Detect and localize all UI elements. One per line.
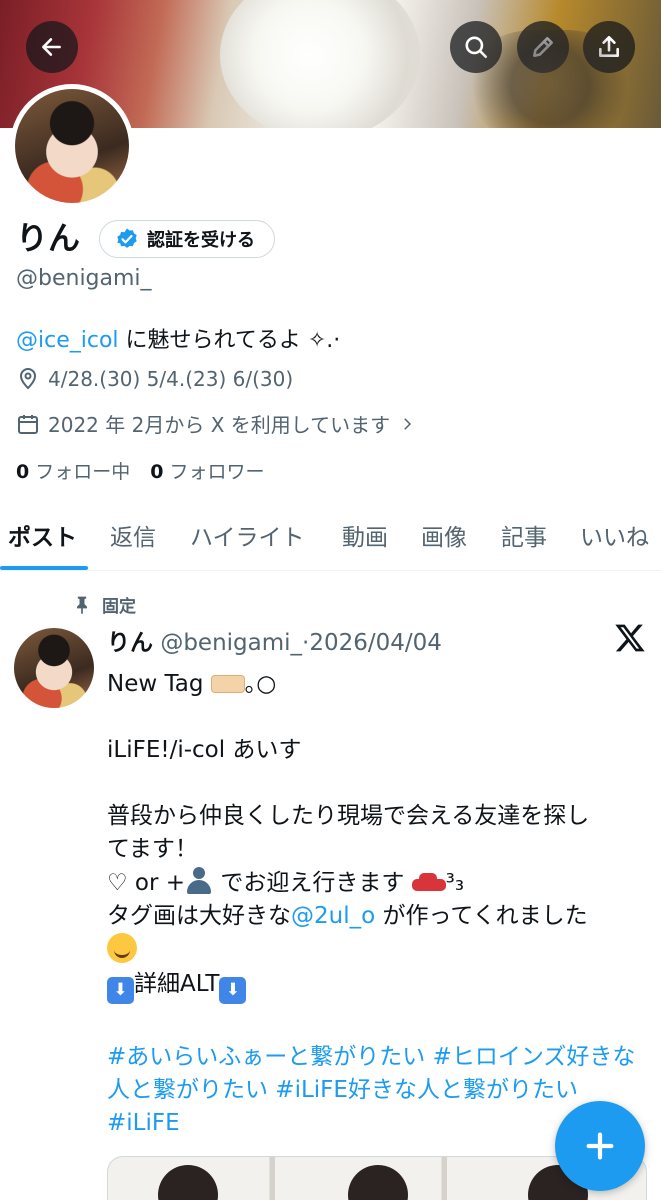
search-icon xyxy=(465,36,488,59)
pinned-label: 固定 xyxy=(102,597,136,617)
bio-text: に魅せられてるよ ✧.· xyxy=(118,328,341,353)
post-line-3b: てます！ xyxy=(107,836,198,862)
car-icon xyxy=(411,873,446,893)
post-hashtags[interactable]: #あいらいふぁーと繋がりたい #ヒロインズ好きな人と繋がりたい #iLiFE好き… xyxy=(107,1041,637,1140)
post-text: New Tag ｡○ iLiFE!/i-col あいす 普段から仲良くしたり現場… xyxy=(107,668,637,1004)
post-line-4b: でお迎え行きます xyxy=(213,870,405,896)
followers-link[interactable]: 0 フォロワー xyxy=(150,457,264,484)
profile-location: 4/28.(30) 5/4.(23) 6/(30) xyxy=(16,367,293,391)
profile-tabs: ポスト 返信 ハイライト 動画 画像 記事 いいね xyxy=(0,504,661,571)
post-line-4c: ³₃ xyxy=(445,870,465,896)
post-line-5: タグ画は大好きな@2ul_o が作ってくれました xyxy=(107,900,637,933)
edit-pencil-icon xyxy=(533,37,553,57)
post-line-5b: が作ってくれました xyxy=(375,903,588,929)
label-tag-icon xyxy=(210,675,245,693)
post-date[interactable]: 2026/04/04 xyxy=(309,630,442,656)
post-line-2: iLiFE!/i-col あいす xyxy=(107,737,302,763)
post-line-1-suffix: ｡○ xyxy=(244,671,277,697)
back-button[interactable] xyxy=(26,21,78,73)
tab-highlights[interactable]: ハイライト xyxy=(190,518,305,552)
post-author-avatar[interactable] xyxy=(14,628,94,708)
post-line-4: ♡ or + でお迎え行きます ³₃ xyxy=(107,866,637,900)
followers-label: フォロワー xyxy=(169,461,265,483)
verified-badge-icon xyxy=(117,228,137,248)
bio-mention-link[interactable]: @ice_icol xyxy=(16,328,119,353)
active-tab-indicator xyxy=(0,566,88,570)
location-pin-icon xyxy=(19,368,37,390)
tab-videos[interactable]: 動画 xyxy=(342,518,388,552)
tab-replies[interactable]: 返信 xyxy=(110,518,156,552)
media-image xyxy=(158,1165,218,1200)
post-mention-link[interactable]: @2ul_o xyxy=(291,903,375,929)
post-line-3a: 普段から仲良くしたり現場で会える友達を探し xyxy=(107,803,590,829)
media-image xyxy=(348,1165,408,1200)
get-verified-button[interactable]: 認証を受ける xyxy=(99,220,275,258)
chevron-right-icon xyxy=(404,417,412,430)
edit-profile-button[interactable] xyxy=(517,21,569,73)
follow-stats: 0 フォロー中 0 フォロワー xyxy=(16,457,265,484)
pin-icon xyxy=(77,596,87,614)
post-line-6: ⬇ 詳細ALT ⬇ xyxy=(107,968,637,1004)
back-arrow-icon xyxy=(42,38,61,56)
profile-avatar[interactable] xyxy=(10,84,134,208)
post-line-5a: タグ画は大好きな xyxy=(107,903,291,929)
following-label: フォロー中 xyxy=(35,461,131,483)
share-icon xyxy=(599,35,619,57)
post-line-1: New Tag ｡○ xyxy=(107,668,637,701)
post-line-6b: 詳細ALT xyxy=(134,971,220,997)
post-line-5-emoji xyxy=(107,933,637,968)
location-text: 4/28.(30) 5/4.(23) 6/(30) xyxy=(48,367,294,391)
post-author-name[interactable]: りん xyxy=(107,630,153,656)
post-author-handle[interactable]: @benigami_ xyxy=(160,630,302,656)
down-arrow-icon: ⬇ xyxy=(107,977,134,1004)
profile-join-date[interactable]: 2022 年 2月から X を利用しています xyxy=(16,409,416,438)
post-line-1-text: New Tag xyxy=(107,671,204,697)
verify-label: 認証を受ける xyxy=(147,230,255,251)
avatar-image xyxy=(15,89,129,203)
following-count: 0 xyxy=(16,461,30,483)
search-button[interactable] xyxy=(450,21,502,73)
plus-icon xyxy=(586,1132,614,1160)
person-silhouette-icon xyxy=(185,866,213,894)
post-line-4a: ♡ or + xyxy=(107,870,186,896)
profile-handle: @benigami_ xyxy=(16,266,152,291)
calendar-icon xyxy=(18,414,38,434)
tab-posts[interactable]: ポスト xyxy=(8,518,77,552)
tab-likes[interactable]: いいね xyxy=(580,518,649,552)
share-button[interactable] xyxy=(583,21,635,73)
post-header: りん @benigami_·2026/04/04 xyxy=(107,623,442,657)
x-logo-icon[interactable] xyxy=(614,622,646,654)
profile-bio: @ice_icol に魅せられてるよ ✧.· xyxy=(16,322,340,354)
join-date-text: 2022 年 2月から X を利用しています xyxy=(48,413,391,437)
following-link[interactable]: 0 フォロー中 xyxy=(16,457,130,484)
smiley-icon xyxy=(107,933,137,963)
profile-name: りん xyxy=(16,219,81,257)
tab-images[interactable]: 画像 xyxy=(421,518,467,552)
tab-articles[interactable]: 記事 xyxy=(501,518,547,552)
followers-count: 0 xyxy=(150,461,164,483)
down-arrow-icon: ⬇ xyxy=(219,977,247,1004)
compose-post-button[interactable] xyxy=(555,1101,645,1191)
pinned-indicator: 固定 xyxy=(72,592,136,617)
